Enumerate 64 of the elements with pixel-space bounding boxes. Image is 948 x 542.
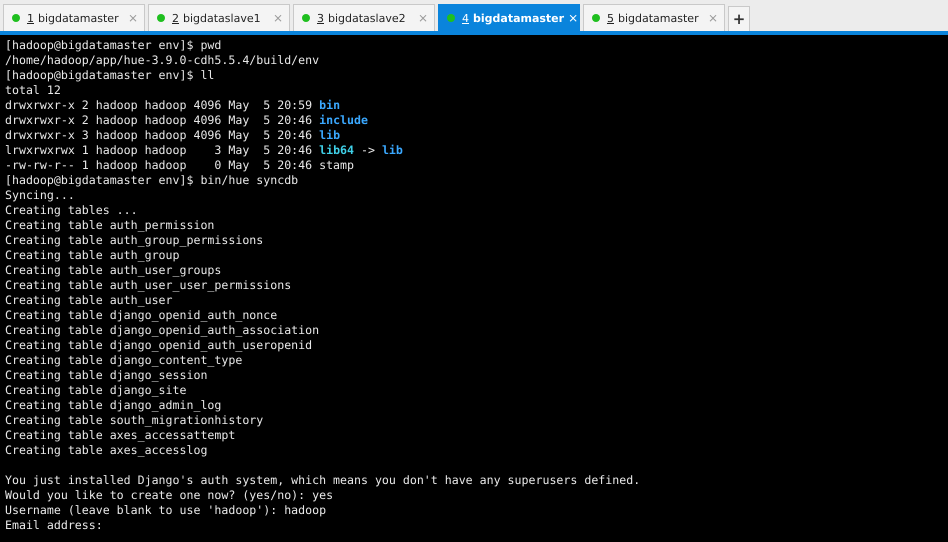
status-dot-icon [447, 14, 455, 22]
close-icon[interactable]: × [418, 11, 428, 25]
terminal-line: lrwxrwxrwx 1 hadoop hadoop 3 May 5 20:46 [5, 143, 312, 157]
tab-number: 5 [607, 12, 614, 24]
tab-title: bigdataslave2 [328, 12, 407, 24]
terminal-tab[interactable]: 4 bigdatamaster × [438, 4, 580, 31]
terminal-line: drwxrwxr-x 3 hadoop hadoop 4096 May 5 20:46 [5, 128, 312, 142]
terminal-line: Username (leave blank to use 'hadoop'): hadoop [5, 503, 328, 518]
tab-title: bigdatamaster [618, 12, 700, 24]
terminal-line: /home/hadoop/app/hue-3.9.0-cdh5.5.4/build/env [5, 53, 320, 68]
terminal-line: Creating tables ... [5, 203, 139, 218]
status-dot-icon [302, 14, 310, 22]
terminal-tab[interactable]: 2 bigdataslave1 × [148, 4, 290, 31]
symlink-name: lib64 [319, 143, 354, 157]
terminal-line: Creating table axes_accessattempt [5, 428, 236, 443]
terminal-line: Creating table django_openid_auth_association [5, 323, 320, 338]
terminal-line: drwxrwxr-x 2 hadoop hadoop 4096 May 5 20:46 [5, 113, 312, 127]
terminal-line: Creating table auth_user [5, 293, 174, 308]
terminal-line: Creating table auth_user_user_permissions [5, 278, 292, 293]
tab-number: 1 [27, 12, 34, 24]
directory-name: bin [319, 98, 340, 112]
terminal-tab[interactable]: 1 bigdatamaster × [3, 4, 145, 31]
terminal-line: Creating table django_openid_auth_useropenid [5, 338, 314, 353]
close-icon[interactable]: × [708, 11, 718, 25]
terminal-line: Creating table auth_group_permissions [5, 233, 264, 248]
terminal-line: Would you like to create one now? (yes/no): yes [5, 488, 334, 503]
directory-name: lib [382, 143, 403, 157]
terminal-line: Creating table auth_user_groups [5, 263, 222, 278]
terminal-line: Creating table django_site [5, 383, 188, 398]
tab-number: 3 [317, 12, 324, 24]
terminal-line: Email address: [5, 518, 104, 533]
tab-number: 4 [462, 12, 469, 24]
tab-number: 2 [172, 12, 179, 24]
terminal-line: [hadoop@bigdatamaster env]$ pwd [5, 38, 222, 53]
terminal-line: Creating table django_content_type [5, 353, 244, 368]
tab-title: bigdataslave1 [183, 12, 262, 24]
new-tab-button[interactable]: + [728, 6, 750, 31]
directory-name: include [319, 113, 368, 127]
terminal-line: Creating table django_admin_log [5, 398, 222, 413]
directory-name: lib [319, 128, 340, 142]
terminal-line: [hadoop@bigdatamaster env]$ ll [5, 68, 216, 83]
close-icon[interactable]: × [128, 11, 138, 25]
terminal-line: Creating table south_migrationhistory [5, 413, 264, 428]
terminal-line: Creating table django_session [5, 368, 208, 383]
terminal-line: Creating table django_openid_auth_nonce [5, 308, 278, 323]
terminal-line: Creating table axes_accesslog [5, 443, 208, 458]
terminal-tab[interactable]: 3 bigdataslave2 × [293, 4, 435, 31]
terminal-tab[interactable]: 5 bigdatamaster × [583, 4, 725, 31]
terminal-line: Syncing... [5, 188, 76, 203]
status-dot-icon [592, 14, 600, 22]
terminal-line: [hadoop@bigdatamaster env]$ bin/hue syncdb [5, 173, 300, 188]
status-dot-icon [157, 14, 165, 22]
close-icon[interactable]: × [568, 11, 578, 25]
symlink-arrow: -> [361, 143, 375, 157]
tab-title: bigdatamaster [38, 12, 120, 24]
terminal-line: total 12 [5, 83, 62, 98]
terminal-line: Creating table auth_group [5, 248, 181, 263]
terminal-line: -rw-rw-r-- 1 hadoop hadoop 0 May 5 20:46 stamp [5, 158, 356, 173]
status-dot-icon [12, 14, 20, 22]
terminal-line: Creating table auth_permission [5, 218, 216, 233]
tab-title: bigdatamaster [473, 12, 564, 24]
terminal-line: drwxrwxr-x 2 hadoop hadoop 4096 May 5 20:59 [5, 98, 312, 112]
close-icon[interactable]: × [272, 11, 283, 25]
terminal-line: You just installed Django's auth system, which means you don't have any superusers defined. [5, 473, 642, 488]
